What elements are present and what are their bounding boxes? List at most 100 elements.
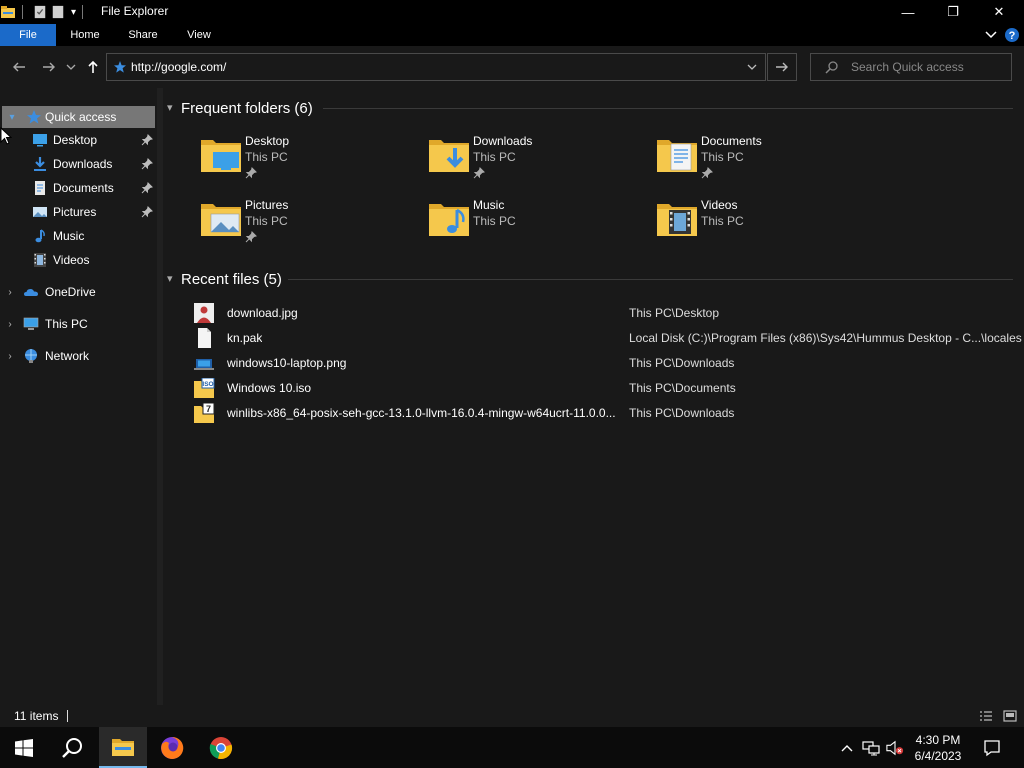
frequent-folders-title: Frequent folders (6) [181, 100, 313, 117]
chevron-right-icon[interactable]: › [4, 351, 16, 362]
clock-date: 6/4/2023 [914, 749, 962, 763]
address-dropdown-button[interactable] [743, 58, 761, 76]
svg-text:7: 7 [206, 404, 211, 414]
sidebar-item-label: Downloads [53, 157, 113, 171]
folder-location: This PC [473, 150, 516, 164]
sidebar-item-onedrive[interactable]: › OneDrive [0, 281, 157, 303]
chevron-down-icon[interactable]: ▾ [6, 112, 18, 123]
taskbar-firefox[interactable] [148, 727, 196, 768]
pin-icon[interactable] [141, 158, 153, 170]
folder-tile-documents[interactable]: Documents This PC [655, 132, 875, 190]
videos-folder-icon [657, 204, 697, 236]
tab-share[interactable]: Share [118, 24, 168, 46]
recent-file-row[interactable]: ISO Windows 10.iso This PC\Documents [193, 377, 1024, 399]
recent-file-row[interactable]: download.jpg This PC\Desktop [193, 302, 1024, 324]
chevron-right-icon[interactable]: › [4, 287, 16, 298]
iso-file-icon: ISO [194, 378, 215, 398]
show-hidden-icons-button[interactable] [838, 739, 856, 757]
address-bar[interactable]: http://google.com/ [106, 53, 766, 81]
notification-icon [984, 740, 1000, 757]
sidebar-item-downloads[interactable]: Downloads [0, 153, 157, 175]
folder-location: This PC [245, 214, 288, 228]
pin-icon[interactable] [141, 134, 153, 146]
help-icon[interactable]: ? [1004, 27, 1020, 43]
network-wired-icon [862, 741, 880, 756]
chevron-down-icon[interactable]: ▾ [167, 101, 173, 114]
file-path: Local Disk (C:)\Program Files (x86)\Sys4… [629, 331, 1022, 345]
sidebar-item-documents[interactable]: Documents [0, 177, 157, 199]
recent-file-row[interactable]: 7 winlibs-x86_64-posix-seh-gcc-13.1.0-ll… [193, 402, 1024, 424]
folder-tile-videos[interactable]: Videos This PC [655, 196, 875, 254]
sidebar-item-this-pc[interactable]: › This PC [0, 313, 157, 335]
group-divider [288, 279, 1013, 280]
recent-file-row[interactable]: windows10-laptop.png This PC\Downloads [193, 352, 1024, 374]
file-name: Windows 10.iso [227, 381, 312, 395]
recent-locations-button[interactable] [62, 56, 80, 78]
folder-name: Videos [701, 198, 738, 212]
tab-view[interactable]: View [176, 24, 222, 46]
arrow-right-icon [43, 62, 55, 72]
downloads-folder-icon [429, 140, 469, 172]
minimize-button[interactable]: — [885, 0, 931, 24]
close-button[interactable]: ✕ [976, 0, 1022, 24]
sidebar-item-desktop[interactable]: Desktop [0, 129, 157, 151]
image-file-icon [194, 359, 214, 370]
search-input[interactable]: Search Quick access [810, 53, 1012, 81]
status-cursor-line [67, 710, 68, 722]
up-button[interactable] [82, 56, 104, 78]
file-path: This PC\Downloads [629, 356, 735, 370]
folder-location: This PC [245, 150, 288, 164]
documents-folder-icon [657, 140, 697, 172]
folder-tile-desktop[interactable]: Desktop This PC [199, 132, 419, 190]
network-status-button[interactable] [862, 739, 880, 757]
pin-icon[interactable] [141, 182, 153, 194]
music-icon [35, 229, 45, 243]
taskbar-clock[interactable]: 4:30 PM 6/4/2023 [906, 732, 970, 764]
properties-icon[interactable] [33, 5, 47, 19]
folder-name: Documents [701, 134, 762, 148]
sidebar-item-label: Quick access [45, 110, 117, 124]
new-folder-icon[interactable] [51, 5, 65, 19]
taskbar-chrome[interactable] [197, 727, 245, 768]
sidebar-item-network[interactable]: › Network [0, 345, 157, 367]
search-button[interactable] [48, 727, 96, 768]
recent-file-row[interactable]: kn.pak Local Disk (C:)\Program Files (x8… [193, 327, 1024, 349]
tab-file[interactable]: File [0, 24, 56, 46]
back-button[interactable] [8, 56, 30, 78]
sidebar-item-quick-access[interactable]: ▾ Quick access [2, 106, 155, 128]
folder-tile-downloads[interactable]: Downloads This PC [427, 132, 647, 190]
volume-button[interactable] [886, 739, 904, 757]
folder-tile-music[interactable]: Music This PC [427, 196, 647, 254]
large-icons-view-icon[interactable] [1002, 708, 1018, 724]
folder-name: Pictures [245, 198, 289, 212]
address-row: http://google.com/ Search Quick access [0, 46, 1024, 88]
address-text[interactable]: http://google.com/ [131, 60, 226, 74]
taskbar-file-explorer[interactable] [99, 727, 147, 768]
sidebar-item-label: This PC [45, 317, 88, 331]
chevron-down-icon[interactable] [984, 29, 998, 41]
chevron-right-icon[interactable]: › [4, 319, 16, 330]
chevron-down-icon[interactable]: ▾ [167, 272, 173, 285]
sidebar-item-videos[interactable]: Videos [0, 249, 157, 271]
tab-home[interactable]: Home [60, 24, 110, 46]
folder-name: Downloads [473, 134, 533, 148]
sidebar-item-label: Videos [53, 253, 90, 267]
music-folder-icon [429, 204, 469, 236]
customize-toolbar-icon[interactable]: ▾ [71, 7, 76, 18]
details-view-icon[interactable] [978, 708, 994, 724]
restore-button[interactable]: ❐ [930, 0, 976, 24]
pin-icon[interactable] [141, 206, 153, 218]
content-pane[interactable]: ▾ Frequent folders (6) Desktop This PC D… [163, 88, 1024, 705]
forward-button[interactable] [38, 56, 60, 78]
blank-file-icon [198, 328, 211, 348]
arrow-up-icon [88, 60, 98, 73]
firefox-icon [161, 736, 184, 759]
navigation-pane[interactable]: ▾ Quick access Desktop Downloads Documen… [0, 88, 157, 705]
folder-tile-pictures[interactable]: Pictures This PC [199, 196, 419, 254]
action-center-button[interactable] [982, 739, 1002, 757]
go-button[interactable] [767, 53, 797, 81]
sidebar-item-pictures[interactable]: Pictures [0, 201, 157, 223]
file-explorer-app-icon [1, 6, 15, 18]
sidebar-item-music[interactable]: Music [0, 225, 157, 247]
start-button[interactable] [0, 727, 48, 768]
